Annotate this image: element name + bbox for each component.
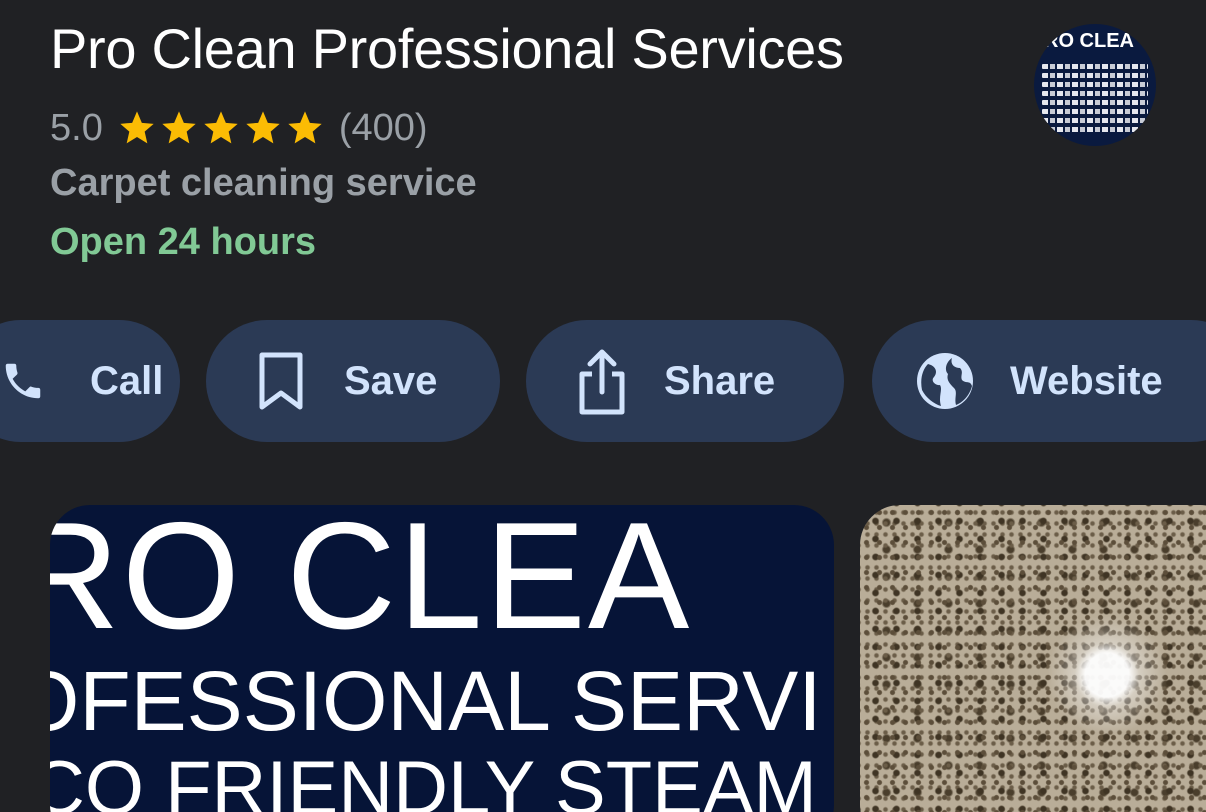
website-button[interactable]: Website xyxy=(872,320,1206,442)
call-button[interactable]: Call xyxy=(0,320,180,442)
logo-text: RO CLEA xyxy=(1044,30,1134,52)
save-button[interactable]: Save xyxy=(206,320,500,442)
review-count[interactable]: (400) xyxy=(339,107,428,150)
photo-text-line: CO FRIENDLY STEAM & D xyxy=(50,746,834,812)
hours-status[interactable]: Open 24 hours xyxy=(50,221,316,264)
logo-fine-print xyxy=(1042,60,1148,136)
phone-icon xyxy=(5,363,41,399)
place-details-panel: Pro Clean Professional Services 5.0 (400… xyxy=(0,0,1206,812)
business-photo-carpet[interactable] xyxy=(860,505,1206,812)
bookmark-icon xyxy=(259,352,303,410)
globe-icon xyxy=(917,353,973,409)
star-icon xyxy=(246,111,280,144)
call-label: Call xyxy=(90,358,164,403)
photo-text-line: RO CLEA xyxy=(50,505,692,661)
website-label: Website xyxy=(1010,358,1163,403)
photo-text-line: OFESSIONAL SERVI xyxy=(50,654,822,748)
action-chips: Call Save Share Website xyxy=(0,320,1206,444)
business-photo-logo[interactable]: RO CLEA OFESSIONAL SERVI CO FRIENDLY STE… xyxy=(50,505,834,812)
place-title: Pro Clean Professional Services xyxy=(50,17,844,80)
star-icon xyxy=(288,111,322,144)
share-button[interactable]: Share xyxy=(526,320,844,442)
star-icon xyxy=(204,111,238,144)
star-rating xyxy=(117,108,325,148)
save-label: Save xyxy=(344,358,438,403)
business-logo[interactable]: RO CLEA xyxy=(1034,24,1156,146)
rating-row[interactable]: 5.0 (400) xyxy=(50,104,428,152)
business-category: Carpet cleaning service xyxy=(50,162,477,204)
star-icon xyxy=(120,111,154,144)
rating-value: 5.0 xyxy=(50,106,103,149)
share-icon xyxy=(579,349,625,415)
star-icon xyxy=(162,111,196,144)
share-label: Share xyxy=(664,358,776,403)
